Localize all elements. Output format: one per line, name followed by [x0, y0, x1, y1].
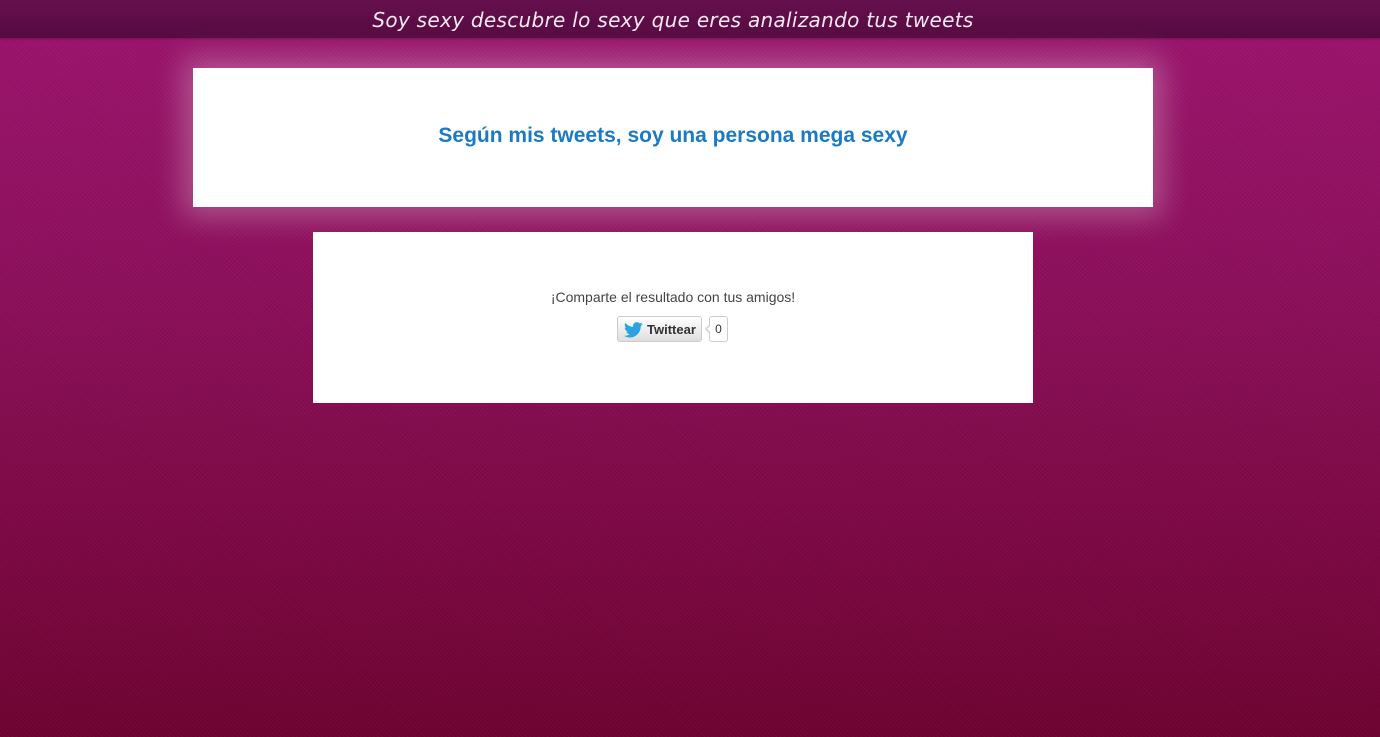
count-bubble-arrow-inner: [707, 326, 710, 332]
header-bar: Soy sexy descubre lo sexy que eres anali…: [0, 0, 1380, 38]
tweet-count-bubble: 0: [705, 316, 728, 342]
site-title: Soy sexy descubre lo sexy que eres anali…: [372, 8, 974, 32]
tweet-button-label: Twittear: [647, 322, 696, 337]
result-heading: Según mis tweets, soy una persona mega s…: [438, 124, 908, 147]
twitter-bird-icon: [624, 322, 643, 338]
result-panel: Según mis tweets, soy una persona mega s…: [193, 68, 1153, 207]
tweet-count-value: 0: [715, 322, 722, 336]
share-prompt: ¡Comparte el resultado con tus amigos!: [550, 289, 796, 305]
share-panel: ¡Comparte el resultado con tus amigos! T…: [313, 232, 1033, 403]
tweet-button[interactable]: Twittear: [617, 316, 702, 342]
